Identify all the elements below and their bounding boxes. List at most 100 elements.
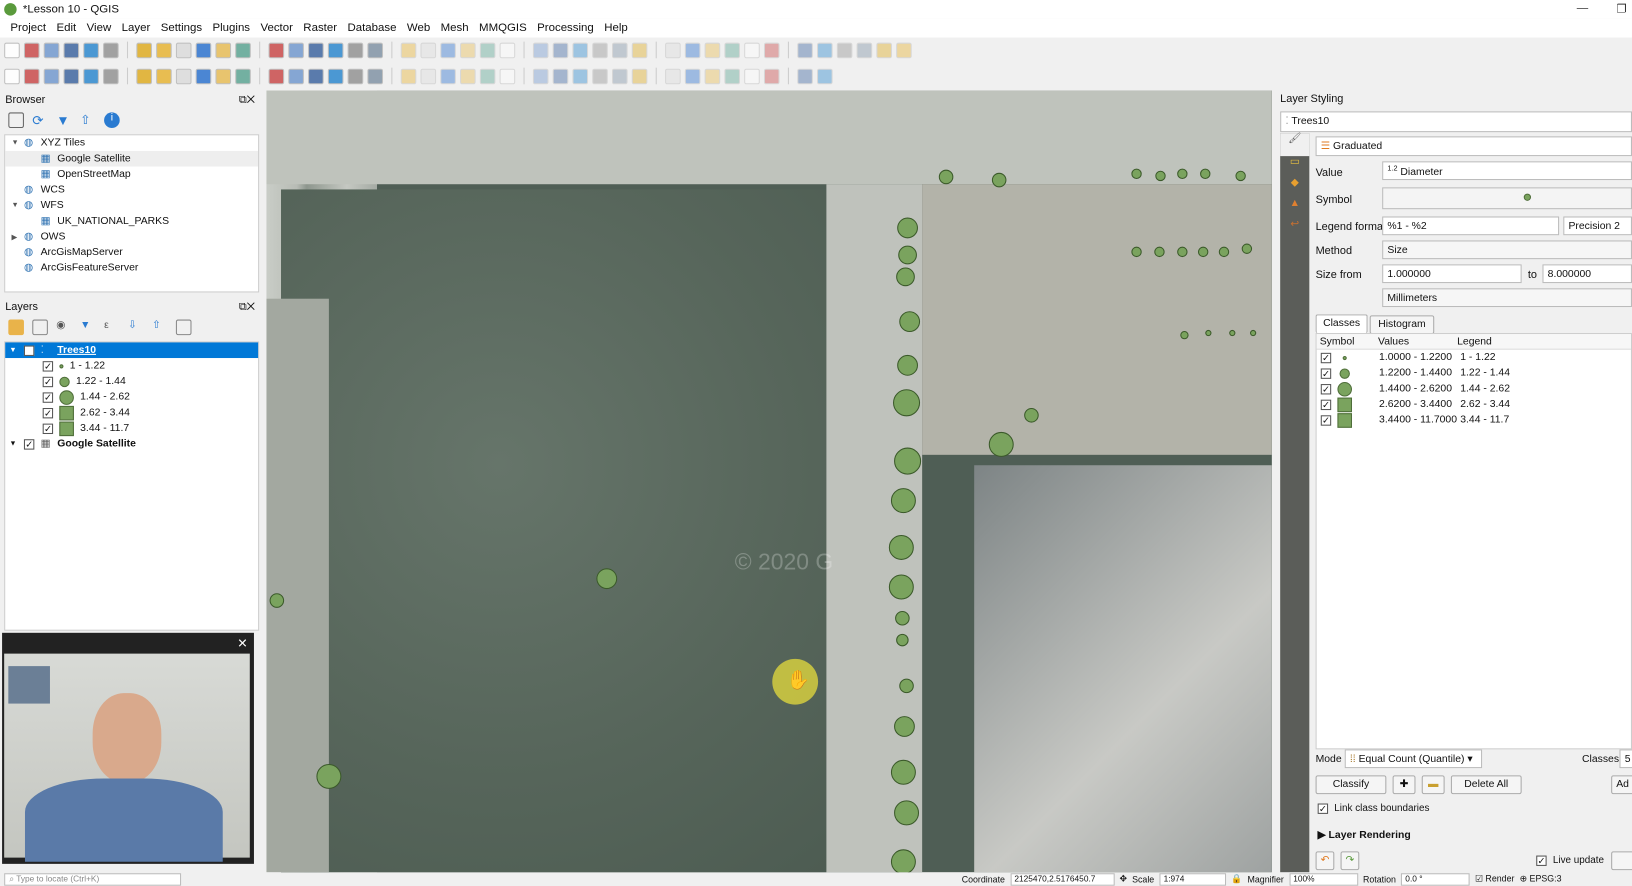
filter-legend-icon[interactable]: ▼ [80,320,96,336]
toolbar-tool-icon[interactable] [499,68,516,84]
tree-point[interactable] [1024,407,1039,423]
method-select[interactable]: Size [1382,240,1632,260]
filter-icon[interactable]: ▼ [56,112,72,128]
menu-processing[interactable]: Processing [537,22,594,34]
toolbar-tool-icon[interactable] [631,68,648,84]
chevron-down-icon[interactable]: ▼ [9,440,24,447]
toolbar-tool-icon[interactable] [836,42,853,58]
tab-classes[interactable]: Classes [1315,314,1368,334]
toolbar-tool-icon[interactable] [215,68,232,84]
toolbar-tool-icon[interactable] [327,42,344,58]
map-canvas[interactable]: © 2020 G ✋ [266,90,1272,873]
tree-point[interactable] [1155,170,1166,182]
toolbar-tool-icon[interactable] [744,42,760,58]
toolbar-tool-icon[interactable] [43,42,60,58]
toolbar-tool-icon[interactable] [175,42,192,58]
menu-mesh[interactable]: Mesh [441,22,469,34]
tree-point[interactable] [316,763,342,789]
toolbar-tool-icon[interactable] [532,68,549,84]
precision-spinbox[interactable]: Precision 2 [1563,216,1632,236]
tree-point[interactable] [1218,246,1230,258]
toolbar-tool-icon[interactable] [23,68,40,84]
close-icon[interactable]: ✕ [237,636,247,651]
browser-item[interactable]: ◍ ArcGisMapServer [5,245,258,261]
visibility-checkbox[interactable]: ✓ [42,376,54,387]
legend-class-item[interactable]: ✓ 1 - 1.22 [5,358,258,374]
size-from-input[interactable]: 1.000000 [1382,264,1522,284]
toolbar-tool-icon[interactable] [288,68,304,84]
class-checkbox[interactable]: ✓ [1320,399,1332,410]
delete-all-button[interactable]: Delete All [1450,775,1522,795]
class-checkbox[interactable]: ✓ [1320,414,1332,426]
browser-tree[interactable]: ▼ ◍ XYZ Tiles ▦ Google Satellite ▦ OpenStreetM… [4,134,260,293]
toolbar-tool-icon[interactable] [684,68,701,84]
toolbar-tool-icon[interactable] [797,68,813,84]
toolbar-tool-icon[interactable] [83,42,99,58]
visibility-icon[interactable]: ◉ [56,320,72,336]
remove-class-icon[interactable]: ▬ [1421,775,1445,795]
toolbar-tool-icon[interactable] [420,68,437,84]
toolbar-tool-icon[interactable] [83,68,99,84]
collapse-all-icon[interactable]: ⇧ [152,320,168,336]
toolbar-tool-icon[interactable] [704,68,721,84]
toolbar-tool-icon[interactable] [440,68,456,84]
layers-tree[interactable]: ▼ ✓ ⁚ Trees10 ✓ 1 - 1.22 ✓ 1.22 - 1.44 ✓ 1.44 - 2… [4,341,260,631]
collapse-all-icon[interactable]: ⇧ [80,112,96,128]
browser-item[interactable]: ▦ UK_NATIONAL_PARKS [5,213,258,229]
renderer-select[interactable]: ☰ Graduated [1315,136,1632,157]
tree-point[interactable] [896,267,915,287]
tab-histogram[interactable]: Histogram [1369,315,1435,335]
tree-point[interactable] [890,759,916,785]
panel-close-icon[interactable]: ⧉✕ [239,301,255,315]
unit-select[interactable]: Millimeters [1382,288,1632,308]
3d-tab-icon[interactable]: ◆ [1280,177,1309,198]
toolbar-tool-icon[interactable] [552,42,569,58]
toolbar-tool-icon[interactable] [479,68,496,84]
browser-item[interactable]: ▦ OpenStreetMap [5,167,258,183]
tree-point[interactable] [988,431,1014,457]
undo-icon[interactable]: ↶ [1315,851,1335,871]
toolbar-tool-icon[interactable] [400,42,417,58]
refresh-icon[interactable]: ⟳ [32,112,48,128]
browser-item[interactable]: ▼ ◍ WFS [5,198,258,214]
visibility-checkbox[interactable]: ✓ [42,423,54,434]
toolbar-tool-icon[interactable] [856,42,873,58]
tree-point[interactable] [894,447,922,475]
menu-vector[interactable]: Vector [260,22,292,34]
layer-item[interactable]: ▼ ✓ ▦ Google Satellite [5,436,258,452]
tree-point[interactable] [1229,329,1236,337]
toolbar-tool-icon[interactable] [347,68,364,84]
visibility-checkbox[interactable]: ✓ [42,360,54,372]
class-checkbox[interactable]: ✓ [1320,352,1332,363]
chevron-down-icon[interactable]: ▼ [9,347,24,354]
toolbar-tool-icon[interactable] [288,42,304,58]
classes-table[interactable]: Symbol Values Legend ✓ 1.0000 - 1.2200 1 -… [1315,333,1632,750]
toolbar-tool-icon[interactable] [611,68,628,84]
toolbar-tool-icon[interactable] [479,42,496,58]
tree-point[interactable] [1250,329,1257,337]
toolbar-tool-icon[interactable] [440,42,456,58]
toolbar-tool-icon[interactable] [136,42,152,58]
tree-point[interactable] [899,311,921,333]
tree-point[interactable] [897,354,918,376]
column-symbol[interactable]: Symbol [1317,336,1375,347]
toolbar-tool-icon[interactable] [400,68,417,84]
toolbar-tool-icon[interactable] [215,42,232,58]
toolbar-tool-icon[interactable] [744,68,760,84]
class-row[interactable]: ✓ 2.6200 - 3.4400 2.62 - 3.44 [1317,397,1631,413]
toolbar-tool-icon[interactable] [63,68,80,84]
menu-view[interactable]: View [87,22,112,34]
toolbar-tool-icon[interactable] [797,42,813,58]
tree-point[interactable] [1235,170,1246,182]
tree-point[interactable] [896,633,909,647]
visibility-checkbox[interactable]: ✓ [23,345,35,356]
toolbar-tool-icon[interactable] [268,42,285,58]
toolbar-tool-icon[interactable] [763,68,780,84]
layer-rendering-section[interactable]: ▶ Layer Rendering [1318,830,1411,841]
expand-all-icon[interactable]: ⇩ [128,320,144,336]
toolbar-tool-icon[interactable] [592,42,608,58]
browser-item[interactable]: ◍ WCS [5,182,258,198]
toolbar-tool-icon[interactable] [308,68,324,84]
tree-point[interactable] [1177,246,1188,258]
tree-point[interactable] [1180,330,1189,340]
